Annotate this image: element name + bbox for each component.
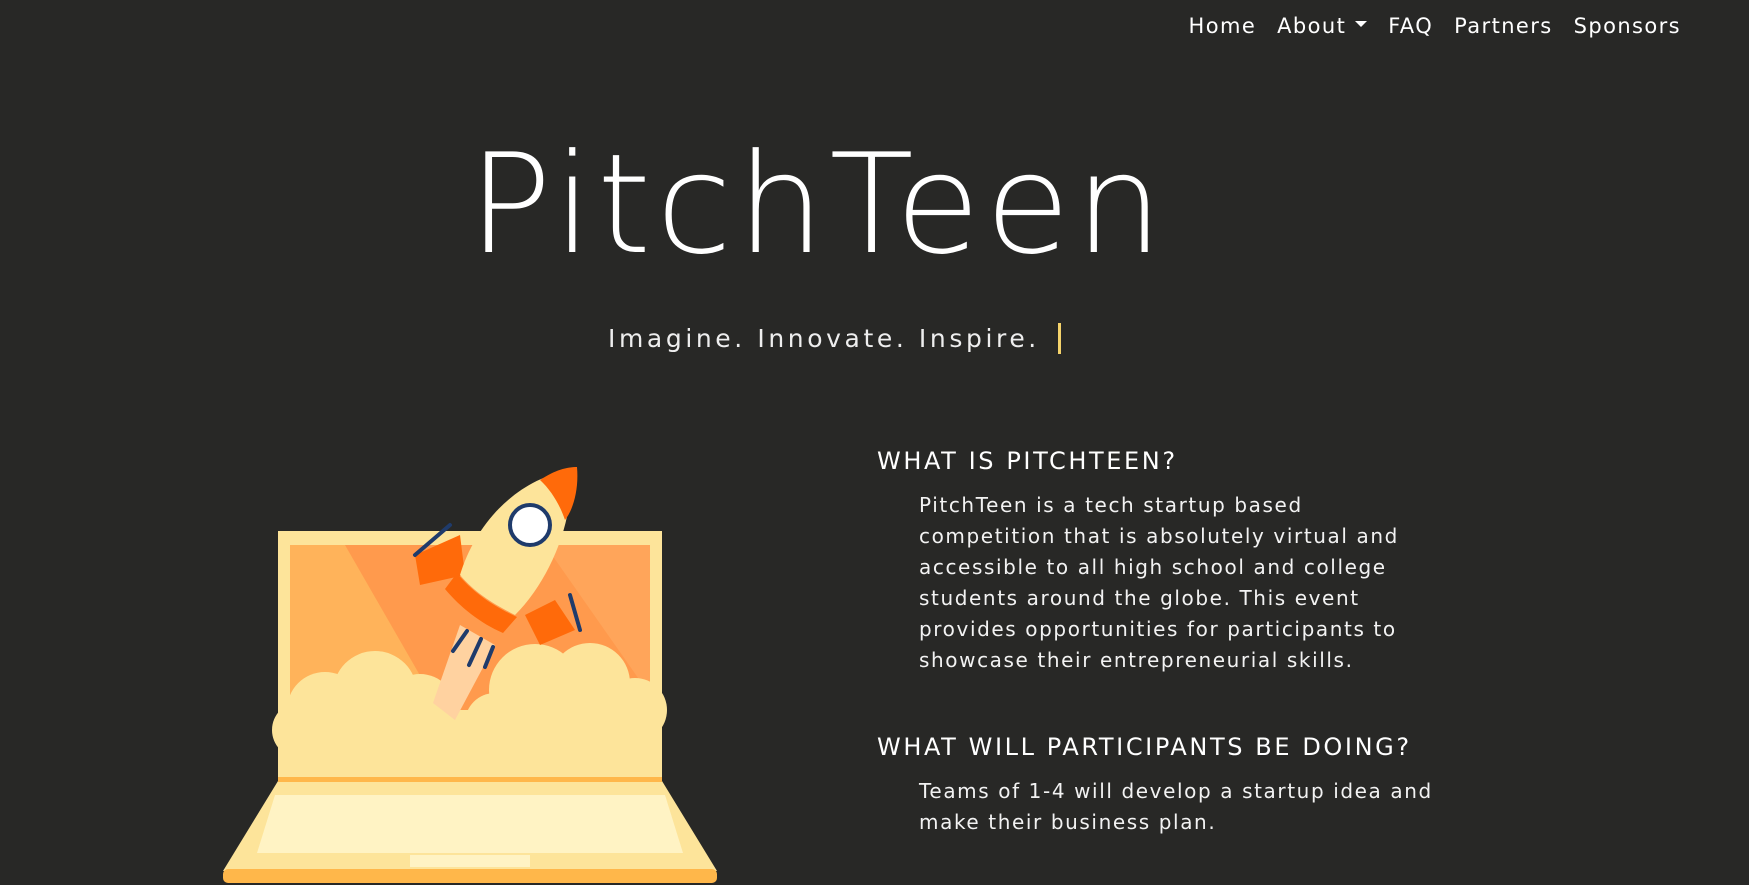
nav-home-link[interactable]: Home [1189, 14, 1257, 38]
section-heading-participants: WHAT WILL PARTICIPANTS BE DOING? [877, 733, 1412, 761]
about-content: WHAT IS PITCHTEEN? PitchTeen is a tech s… [877, 440, 1517, 838]
top-nav: Home About FAQ Partners Sponsors [1189, 14, 1681, 38]
nav-faq-link[interactable]: FAQ [1388, 14, 1433, 38]
page: Home About FAQ Partners Sponsors PitchTe… [0, 0, 1749, 885]
rocket-laptop-illustration [205, 455, 745, 885]
nav-sponsors-link[interactable]: Sponsors [1574, 14, 1681, 38]
hero-tagline: Imagine. Innovate. Inspire. [608, 323, 1061, 354]
rocket-launch-from-laptop-icon [223, 467, 717, 883]
nav-about-label: About [1277, 14, 1347, 38]
nav-about-dropdown[interactable]: About [1277, 14, 1368, 38]
tagline-text: Imagine. Innovate. Inspire. [608, 324, 1040, 353]
section-body-what-is: PitchTeen is a tech startup based compet… [919, 493, 1399, 672]
section-body-participants: Teams of 1-4 will develop a startup idea… [919, 779, 1433, 834]
hero-title: PitchTeen [468, 124, 1168, 285]
nav-partners-link[interactable]: Partners [1454, 14, 1552, 38]
section-heading-what-is: WHAT IS PITCHTEEN? [877, 447, 1178, 475]
caret-down-icon [1355, 21, 1368, 27]
typing-cursor [1057, 323, 1061, 354]
